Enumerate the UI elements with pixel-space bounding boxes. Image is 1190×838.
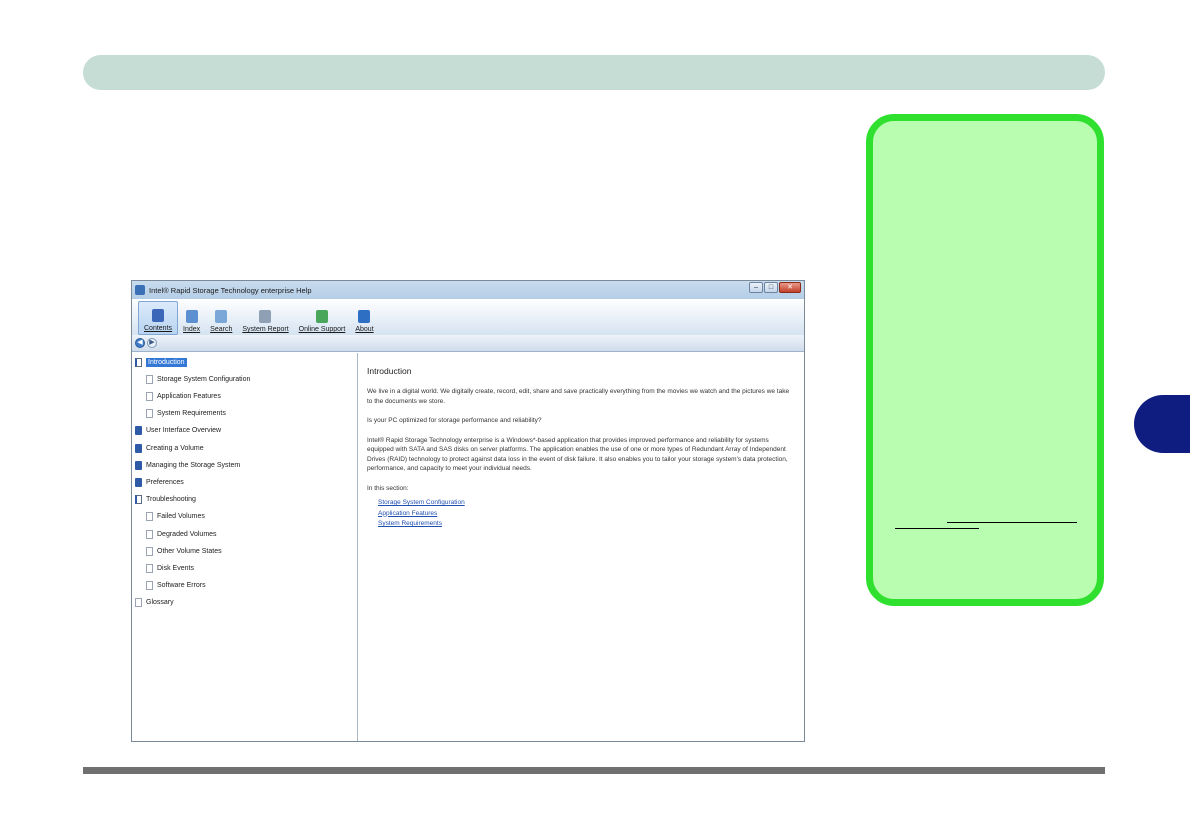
content-title: Introduction xyxy=(367,366,412,376)
forward-button[interactable]: ▶ xyxy=(147,338,157,348)
content-paragraph-3: Intel® Rapid Storage Technology enterpri… xyxy=(367,436,788,473)
toolbar-button-label: Index xyxy=(183,326,201,333)
page-icon xyxy=(146,374,153,384)
book-icon xyxy=(135,443,142,453)
tree-item-application-features[interactable]: Application Features xyxy=(146,389,221,403)
window-controls: – □ ✕ xyxy=(749,282,801,293)
link-application-features[interactable]: Application Features xyxy=(378,509,796,520)
toolbar-button-label: Online Support xyxy=(298,326,346,333)
window-title: Intel® Rapid Storage Technology enterpri… xyxy=(149,285,312,295)
tree-item-storage-system-configuration[interactable]: Storage System Configuration xyxy=(146,372,250,386)
tree-item-glossary[interactable]: Glossary xyxy=(135,596,174,610)
book-icon xyxy=(152,309,165,322)
maximize-button[interactable]: □ xyxy=(764,282,778,293)
page-icon xyxy=(146,409,153,419)
header-banner xyxy=(83,55,1105,90)
tree-item-label: Disk Events xyxy=(157,564,194,572)
title-bar: Intel® Rapid Storage Technology enterpri… xyxy=(132,281,804,299)
link-system-requirements[interactable]: System Requirements xyxy=(378,519,796,530)
toolbar-button-contents[interactable]: Contents xyxy=(138,301,179,335)
app-icon xyxy=(135,285,145,295)
tree-item-label: Application Features xyxy=(157,392,221,400)
tree-item-label: Storage System Configuration xyxy=(157,375,251,383)
tree-item-label: Failed Volumes xyxy=(157,513,205,521)
report-icon xyxy=(259,310,272,323)
toolbar-button-label: Search xyxy=(210,326,233,333)
tree-item-label: Preferences xyxy=(146,478,184,486)
book-open-icon xyxy=(135,357,142,367)
link-storage-system-configuration[interactable]: Storage System Configuration xyxy=(378,498,796,509)
side-note-box xyxy=(866,114,1104,606)
content-pane: Introduction We live in a digital world.… xyxy=(359,353,804,741)
tree-item-preferences[interactable]: Preferences xyxy=(135,475,184,489)
section-label: In this section: xyxy=(367,484,409,492)
toolbar-button-label: Contents xyxy=(144,325,173,332)
toolbar-button-search[interactable]: Search xyxy=(205,301,237,335)
minimize-button[interactable]: – xyxy=(749,282,763,293)
close-button[interactable]: ✕ xyxy=(779,282,801,293)
tree-item-software-errors[interactable]: Software Errors xyxy=(146,579,206,593)
toolbar-button-label: About xyxy=(355,326,374,333)
page-icon xyxy=(146,546,153,556)
chapter-tab xyxy=(1134,395,1190,453)
tree-item-label: Glossary xyxy=(146,599,174,607)
tree-item-creating-a-volume[interactable]: Creating a Volume xyxy=(135,441,204,455)
toolbar-button-index[interactable]: Index xyxy=(178,301,205,335)
contents-tree: Introduction Storage System Configuration… xyxy=(132,353,358,741)
note-link-underline-2 xyxy=(895,528,979,529)
tree-item-label: Software Errors xyxy=(157,582,206,590)
note-link-underline xyxy=(947,506,1077,523)
page-icon xyxy=(146,581,153,591)
tree-item-label: Other Volume States xyxy=(157,547,222,555)
toolbar-button-label: System Report xyxy=(242,326,289,333)
tree-item-system-requirements[interactable]: System Requirements xyxy=(146,407,226,421)
globe-icon xyxy=(315,310,328,323)
book-open-icon xyxy=(135,495,142,505)
tree-item-troubleshooting[interactable]: Troubleshooting xyxy=(135,493,196,507)
content-paragraph-2: Is your PC optimized for storage perform… xyxy=(367,417,542,424)
page-icon xyxy=(146,529,153,539)
page-icon xyxy=(146,391,153,401)
page-icon xyxy=(146,563,153,573)
page-icon xyxy=(146,512,153,522)
help-window: Intel® Rapid Storage Technology enterpri… xyxy=(131,280,805,742)
tree-item-label: Creating a Volume xyxy=(146,444,204,452)
tree-item-label: System Requirements xyxy=(157,410,226,418)
tree-item-label: Introduction xyxy=(146,357,187,367)
search-icon xyxy=(215,310,228,323)
toolbar-button-online-support[interactable]: Online Support xyxy=(294,301,351,335)
tree-item-label: Troubleshooting xyxy=(146,496,196,504)
book-icon xyxy=(135,426,142,436)
book-icon xyxy=(135,460,142,470)
content-paragraph-1: We live in a digital world. We digitally… xyxy=(367,388,790,405)
tree-item-failed-volumes[interactable]: Failed Volumes xyxy=(146,510,205,524)
tree-item-disk-events[interactable]: Disk Events xyxy=(146,561,194,575)
tree-item-managing-the-storage-system[interactable]: Managing the Storage System xyxy=(135,458,240,472)
tree-item-label: Degraded Volumes xyxy=(157,530,217,538)
tree-item-label: Managing the Storage System xyxy=(146,461,241,469)
tree-item-other-volume-states[interactable]: Other Volume States xyxy=(146,544,222,558)
toolbar-button-about[interactable]: About xyxy=(350,301,378,335)
footer-rule xyxy=(83,767,1105,774)
toolbar-button-system-report[interactable]: System Report xyxy=(237,301,293,335)
about-icon xyxy=(358,310,371,323)
toolbar: Contents Index Search System Report Online S… xyxy=(132,299,804,335)
nav-bar: ◀ ▶ xyxy=(132,335,804,352)
section-links: Storage System Configuration Application… xyxy=(378,498,796,530)
tree-item-label: User Interface Overview xyxy=(146,427,222,435)
tree-item-introduction[interactable]: Introduction xyxy=(135,355,187,369)
back-button[interactable]: ◀ xyxy=(135,338,145,348)
page-icon xyxy=(135,598,142,608)
book-icon xyxy=(135,477,142,487)
tree-item-user-interface-overview[interactable]: User Interface Overview xyxy=(135,424,221,438)
tree-item-degraded-volumes[interactable]: Degraded Volumes xyxy=(146,527,217,541)
index-icon xyxy=(185,310,198,323)
